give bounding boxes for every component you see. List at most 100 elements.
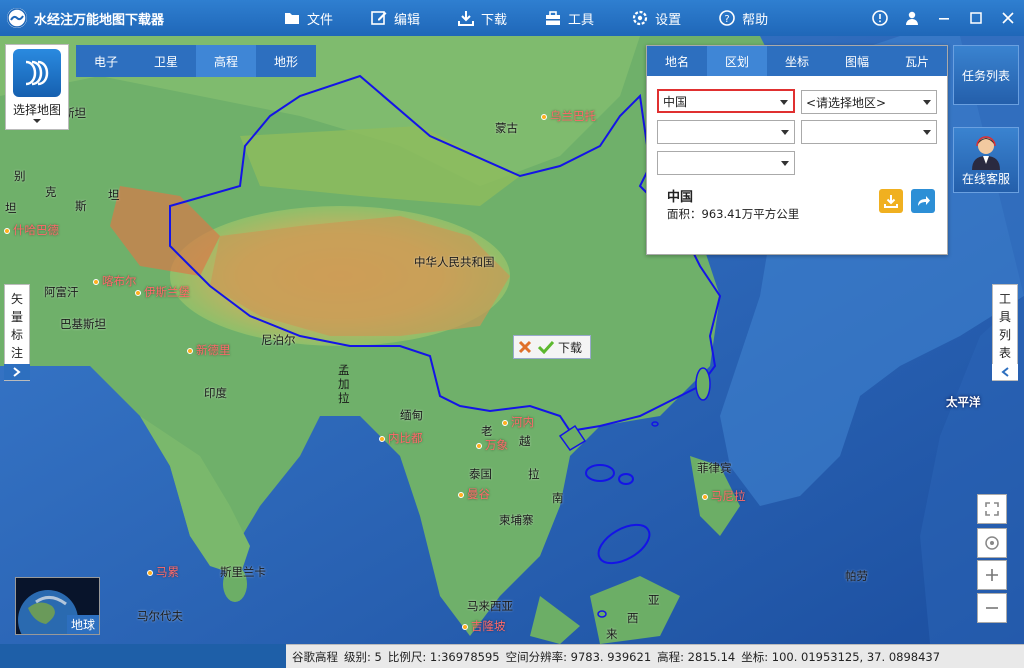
region-panel: 地名 区划 坐标 图幅 瓦片 中国 <请选择地区> 中国 面积：963.41万平… <box>646 45 948 255</box>
place-label: 拉 <box>528 466 540 482</box>
svg-text:?: ? <box>724 14 729 25</box>
globe-label: 地球 <box>67 615 99 634</box>
tab-place-name[interactable]: 地名 <box>647 46 707 76</box>
confirm-check-icon[interactable] <box>538 340 554 354</box>
vector-annotation-tab[interactable]: 矢 量 标 注 <box>4 284 30 381</box>
tab-elevation[interactable]: 高程 <box>196 45 256 77</box>
menu-tools[interactable]: 工具 <box>545 9 594 28</box>
side-char: 具 <box>999 308 1011 326</box>
task-list-button[interactable]: 任务列表 <box>953 45 1019 105</box>
town-select[interactable] <box>657 151 795 175</box>
chevron-down-icon <box>32 118 42 124</box>
globe-view-button[interactable]: 地球 <box>15 577 100 635</box>
close-button[interactable] <box>992 0 1024 36</box>
toolbox-icon <box>545 11 561 26</box>
city-name: 伊斯兰堡 <box>144 285 190 299</box>
place-label: 斯里兰卡 <box>220 564 266 580</box>
side-char: 矢 <box>11 290 23 308</box>
title-bar: 水经注万能地图下载器 文件 编辑 下载 工具 设置 <box>0 0 1024 36</box>
tool-list-tab[interactable]: 工 具 列 表 <box>992 284 1018 381</box>
ocean-label: 太平洋 <box>946 394 981 410</box>
dropdown-caret-icon <box>781 161 789 166</box>
city-dot-icon <box>458 492 464 498</box>
status-coords: 坐标: 100. 01953125, 37. 0898437 <box>741 649 940 665</box>
city-label: 新德里 <box>187 342 231 358</box>
window-controls <box>864 0 1024 36</box>
tab-division[interactable]: 区划 <box>707 46 767 76</box>
place-label: 坦 <box>108 187 120 203</box>
menu-help-label: 帮助 <box>742 9 768 28</box>
city-name: 吉隆坡 <box>471 619 506 633</box>
place-label: 来 <box>606 626 618 642</box>
county-select[interactable] <box>801 120 937 144</box>
maximize-icon <box>970 12 982 24</box>
locate-button[interactable] <box>977 528 1007 558</box>
download-region-button[interactable] <box>879 189 903 213</box>
city-dot-icon <box>502 420 508 426</box>
place-label: 缅甸 <box>400 407 423 423</box>
result-area: 面积：963.41万平方公里 <box>667 206 799 222</box>
maximize-button[interactable] <box>960 0 992 36</box>
city-dot-icon <box>93 279 99 285</box>
city-name: 河内 <box>511 415 534 429</box>
fullscreen-button[interactable] <box>977 494 1007 524</box>
city-label: 喀布尔 <box>93 273 137 289</box>
place-label: 西 <box>627 610 639 626</box>
menu-help[interactable]: ? 帮助 <box>719 9 768 28</box>
plus-icon <box>985 568 999 582</box>
city-select[interactable] <box>657 120 795 144</box>
side-char: 量 <box>11 308 23 326</box>
user-button[interactable] <box>896 0 928 36</box>
info-button[interactable] <box>864 0 896 36</box>
map-type-tabs: 电子 卫星 高程 地形 <box>76 45 316 77</box>
place-label: 菲律宾 <box>697 460 732 476</box>
city-label: 万象 <box>476 437 508 453</box>
zoom-out-button[interactable] <box>977 593 1007 623</box>
panel-tabs: 地名 区划 坐标 图幅 瓦片 <box>647 46 947 76</box>
share-region-button[interactable] <box>911 189 935 213</box>
menu-edit[interactable]: 编辑 <box>371 9 420 28</box>
tab-terrain[interactable]: 地形 <box>256 45 316 77</box>
result-name: 中国 <box>667 186 693 205</box>
minimize-button[interactable] <box>928 0 960 36</box>
tab-satellite[interactable]: 卫星 <box>136 45 196 77</box>
place-label: 帕劳 <box>845 568 868 584</box>
place-label: 马尔代夫 <box>137 608 183 624</box>
cancel-x-icon[interactable] <box>518 340 532 354</box>
online-service-button[interactable]: 在线客服 <box>953 127 1019 193</box>
country-select[interactable]: 中国 <box>657 89 795 113</box>
city-name: 马累 <box>156 565 179 579</box>
share-arrow-icon <box>915 193 931 209</box>
place-label: 印度 <box>204 385 227 401</box>
folder-icon <box>284 11 300 25</box>
city-label: 河内 <box>502 414 534 430</box>
menu-settings[interactable]: 设置 <box>632 9 681 28</box>
tab-coordinate[interactable]: 坐标 <box>767 46 827 76</box>
city-name: 新德里 <box>196 343 231 357</box>
popup-download-label[interactable]: 下载 <box>558 339 582 356</box>
city-dot-icon <box>135 290 141 296</box>
region-select[interactable]: <请选择地区> <box>801 90 937 114</box>
menu-download[interactable]: 下载 <box>458 9 507 28</box>
place-label: 南 <box>552 490 564 506</box>
vertical-place-char: 拉 <box>338 391 350 405</box>
tab-electronic[interactable]: 电子 <box>76 45 136 77</box>
place-label: 越 <box>519 433 531 449</box>
place-label: 阿富汗 <box>44 284 79 300</box>
city-name: 万象 <box>485 438 508 452</box>
minimize-icon <box>938 12 950 24</box>
menu-settings-label: 设置 <box>655 9 681 28</box>
help-icon: ? <box>719 10 735 26</box>
menu-download-label: 下载 <box>481 9 507 28</box>
menu-file[interactable]: 文件 <box>284 9 333 28</box>
zoom-in-button[interactable] <box>977 560 1007 590</box>
city-dot-icon <box>462 624 468 630</box>
tab-tile[interactable]: 瓦片 <box>887 46 947 76</box>
app-title: 水经注万能地图下载器 <box>34 9 164 28</box>
place-label: 马来西亚 <box>467 598 513 614</box>
city-dot-icon <box>379 436 385 442</box>
city-label: 伊斯兰堡 <box>135 284 190 300</box>
online-service-label: 在线客服 <box>962 170 1010 187</box>
select-map-button[interactable]: 选择地图 <box>5 44 69 130</box>
tab-sheet[interactable]: 图幅 <box>827 46 887 76</box>
